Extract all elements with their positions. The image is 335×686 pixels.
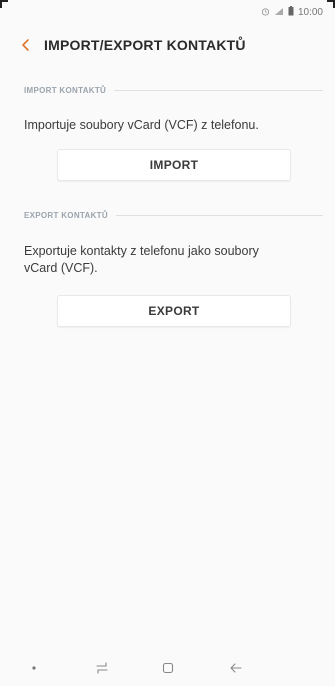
back-button[interactable] [12,31,40,59]
home-icon [162,662,174,674]
import-button[interactable]: IMPORT [57,149,291,181]
app-bar: IMPORT/EXPORT KONTAKTŮ [0,30,335,60]
nav-back-button[interactable] [226,658,246,678]
recent-apps-button[interactable] [92,658,112,678]
nav-dot-button[interactable] [24,658,44,678]
import-description: Importuje soubory vCard (VCF) z telefonu… [24,118,259,132]
screen: 10:00 IMPORT/EXPORT KONTAKTŮ IMPORT KONT… [0,0,335,686]
divider [115,215,323,216]
navigation-bar [0,648,335,686]
status-bar: 10:00 [0,0,335,24]
home-button[interactable] [158,658,178,678]
chevron-left-icon [22,39,29,51]
signal-icon [274,7,284,18]
status-time: 10:00 [297,6,323,18]
page-title: IMPORT/EXPORT KONTAKTŮ [44,37,246,53]
import-section-header: IMPORT KONTAKTŮ [24,86,323,95]
dot-icon [32,666,36,670]
recent-apps-icon [96,662,108,674]
alarm-icon [261,7,270,18]
import-section-label: IMPORT KONTAKTŮ [24,86,107,95]
export-section-header: EXPORT KONTAKTŮ [24,211,323,220]
divider [114,90,323,91]
export-button[interactable]: EXPORT [57,295,291,327]
export-section-label: EXPORT KONTAKTŮ [24,211,108,220]
back-arrow-icon [230,663,242,673]
export-description: Exportuje kontakty z telefonu jako soubo… [24,244,259,275]
battery-icon [288,6,294,18]
